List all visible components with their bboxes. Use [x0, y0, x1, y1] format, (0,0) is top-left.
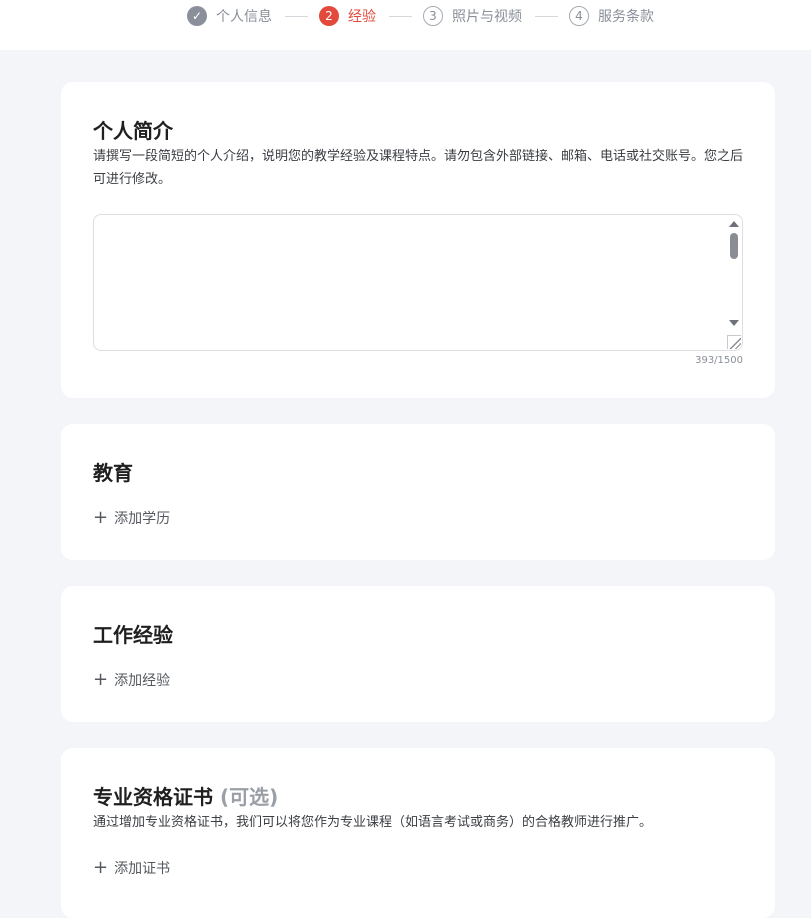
bio-card: 个人简介 请撰写一段简短的个人介绍，说明您的教学经验及课程特点。请勿包含外部链接… — [61, 82, 775, 398]
step-photo-video[interactable]: 3 照片与视频 — [423, 6, 522, 26]
plus-icon: + — [93, 857, 109, 878]
add-education-label: 添加学历 — [114, 511, 171, 527]
step-terms[interactable]: 4 服务条款 — [569, 6, 654, 26]
education-title: 教育 — [93, 461, 133, 485]
step-number-badge: 2 — [319, 6, 339, 26]
step-connector — [389, 16, 412, 17]
step-label: 照片与视频 — [452, 9, 522, 25]
education-card: 教育 + 添加学历 — [61, 424, 775, 560]
step-personal-info[interactable]: ✓ 个人信息 — [187, 6, 272, 26]
step-connector — [535, 16, 558, 17]
certificates-title-text: 专业资格证书 — [93, 785, 213, 809]
work-experience-title: 工作经验 — [93, 623, 173, 647]
plus-icon: + — [93, 507, 109, 528]
bio-title: 个人简介 — [93, 119, 173, 143]
certificates-description: 通过增加专业资格证书，我们可以将您作为专业课程（如语言考试或商务）的合格教师进行… — [93, 815, 653, 830]
check-icon: ✓ — [187, 6, 207, 26]
add-experience-label: 添加经验 — [114, 673, 171, 689]
certificates-card: 专业资格证书 (可选) 通过增加专业资格证书，我们可以将您作为专业课程（如语言考… — [61, 748, 775, 918]
optional-tag: (可选) — [219, 785, 279, 809]
step-label: 经验 — [348, 9, 376, 25]
step-label: 服务条款 — [598, 9, 654, 25]
resize-handle-icon[interactable] — [727, 335, 741, 349]
step-number-badge: 4 — [569, 6, 589, 26]
bio-textarea[interactable] — [93, 214, 743, 351]
plus-icon: + — [93, 669, 109, 690]
progress-stepper: ✓ 个人信息 2 经验 3 照片与视频 4 服务条款 — [0, 0, 811, 50]
add-certificate-button[interactable]: + 添加证书 — [93, 858, 170, 878]
step-connector — [285, 16, 308, 17]
scroll-up-arrow-icon[interactable] — [729, 221, 739, 227]
scroll-thumb[interactable] — [730, 233, 738, 259]
bio-description: 请撰写一段简短的个人介绍，说明您的教学经验及课程特点。请勿包含外部链接、邮箱、电… — [93, 149, 744, 187]
certificates-title: 专业资格证书 (可选) — [93, 781, 278, 810]
add-education-button[interactable]: + 添加学历 — [93, 508, 170, 528]
step-number-badge: 3 — [423, 6, 443, 26]
textarea-scrollbar[interactable] — [726, 215, 742, 350]
work-experience-card: 工作经验 + 添加经验 — [61, 586, 775, 722]
add-experience-button[interactable]: + 添加经验 — [93, 670, 170, 690]
add-certificate-label: 添加证书 — [114, 861, 171, 877]
character-counter: 393/1500 — [695, 355, 743, 366]
scroll-down-arrow-icon[interactable] — [729, 320, 739, 326]
step-experience[interactable]: 2 经验 — [319, 6, 376, 26]
step-label: 个人信息 — [216, 9, 272, 25]
